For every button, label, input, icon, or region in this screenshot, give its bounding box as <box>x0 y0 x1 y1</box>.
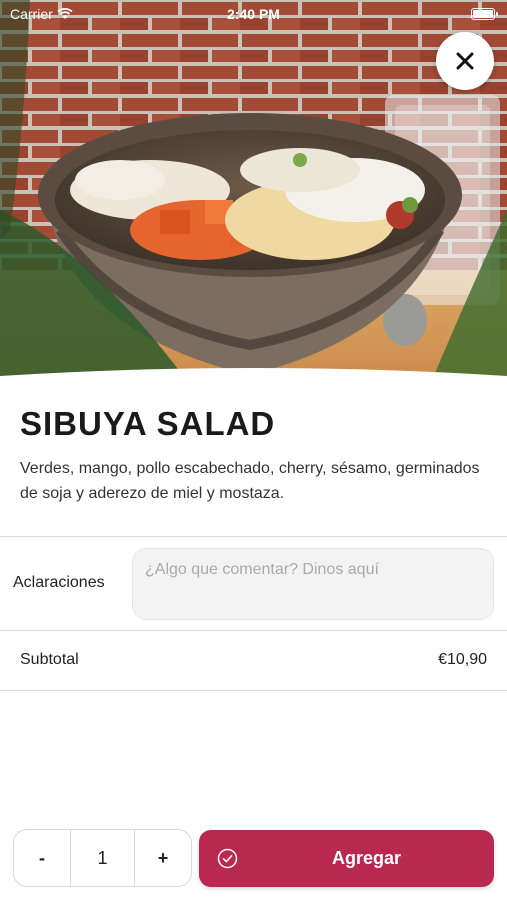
battery-icon <box>471 8 498 20</box>
divider <box>0 536 507 537</box>
clarifications-label: Aclaraciones <box>13 574 105 591</box>
product-photo <box>0 0 507 385</box>
divider <box>0 630 507 631</box>
increment-button[interactable]: + <box>135 830 191 886</box>
quantity-value: 1 <box>70 830 135 886</box>
divider <box>0 690 507 691</box>
subtotal-value: €10,90 <box>438 651 487 668</box>
quantity-stepper: - 1 + <box>13 829 192 887</box>
salad-bowl-image <box>0 0 507 385</box>
status-time: 2:40 PM <box>227 6 280 22</box>
status-bar: Carrier 2:40 PM <box>0 0 507 28</box>
decrement-button[interactable]: - <box>14 830 70 886</box>
close-icon <box>456 52 474 70</box>
close-button[interactable] <box>436 32 494 90</box>
clarifications-input[interactable] <box>132 548 494 620</box>
product-title: SIBUYA SALAD <box>20 405 276 442</box>
add-to-cart-button[interactable]: Agregar <box>199 830 494 887</box>
add-button-label: Agregar <box>331 848 402 868</box>
subtotal-label: Subtotal <box>20 651 79 668</box>
product-description: Verdes, mango, pollo escabechado, cherry… <box>20 460 480 502</box>
